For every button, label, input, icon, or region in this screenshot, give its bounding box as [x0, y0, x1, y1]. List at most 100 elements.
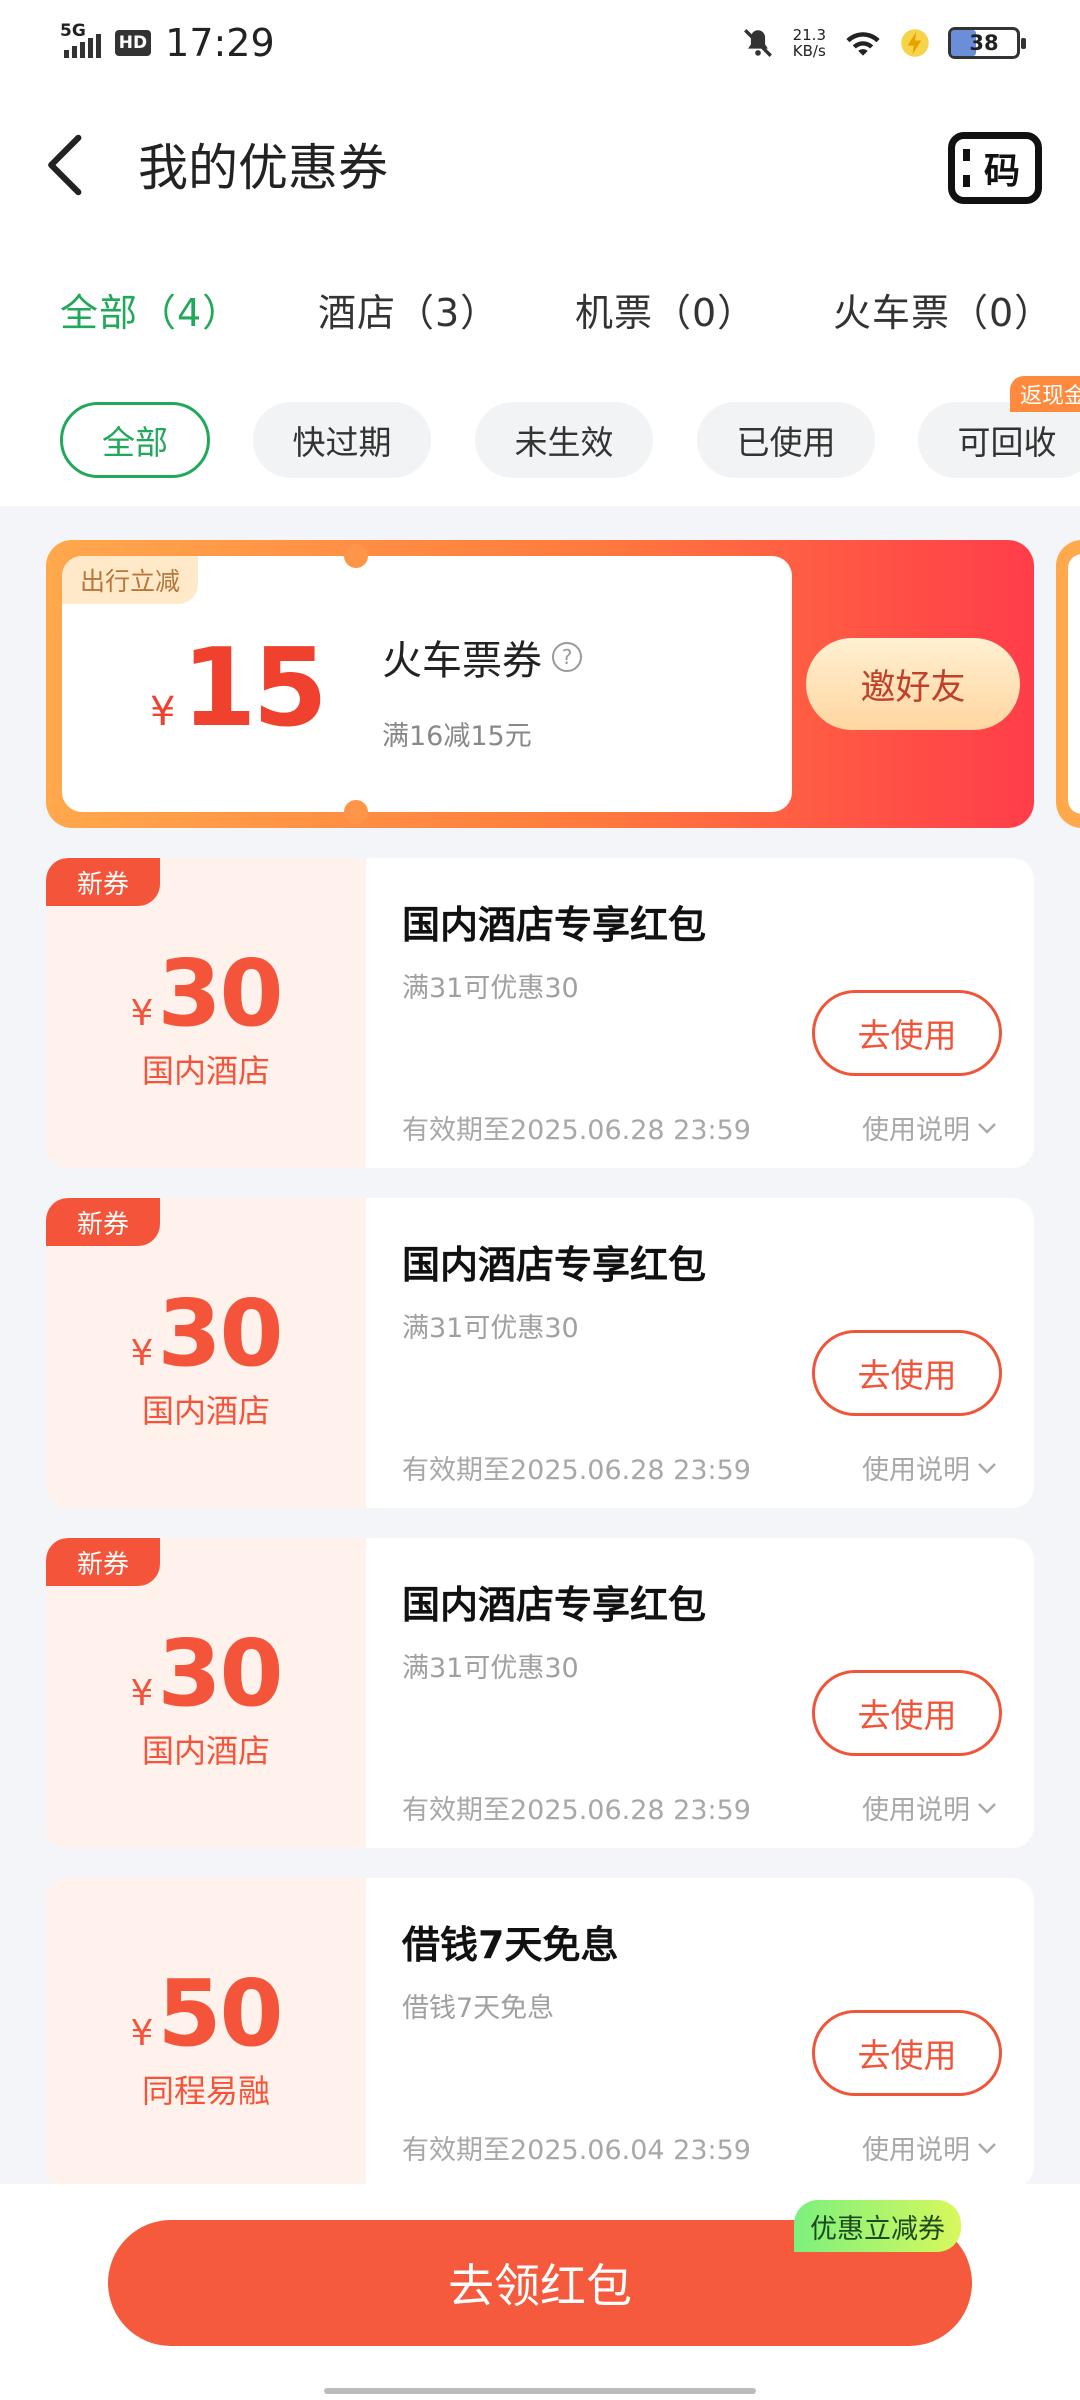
page-title: 我的优惠券 — [138, 139, 388, 197]
bottom-bar: 去领红包 优惠立减券 — [0, 2184, 1080, 2400]
usage-info-link[interactable]: 使用说明 — [862, 2128, 998, 2167]
use-coupon-button[interactable]: 去使用 — [812, 2010, 1002, 2096]
mute-icon — [743, 29, 772, 57]
train-promo-coupon[interactable]: 出行立减 ¥ 15 火车票券 ? 满16减15元 邀好友 — [46, 540, 1034, 828]
code-button[interactable]: 码 — [948, 132, 1042, 204]
speed-value: 21.3 — [792, 26, 826, 44]
promo-tag: 出行立减 — [62, 556, 199, 604]
wifi-icon — [846, 32, 880, 56]
usage-info-link[interactable]: 使用说明 — [862, 1108, 998, 1147]
coupon-value: 30 — [157, 1280, 283, 1387]
coupon-title: 国内酒店专享红包 — [402, 1243, 707, 1287]
coupon-value: 30 — [157, 1620, 283, 1727]
filter-expiring[interactable]: 快过期 — [253, 402, 431, 478]
currency-symbol: ¥ — [150, 689, 176, 735]
new-coupon-badge: 新券 — [46, 858, 160, 906]
ticket-notch — [344, 544, 368, 568]
chevron-down-icon — [978, 2142, 996, 2154]
coupon-desc: 满31可优惠30 — [402, 1313, 579, 1344]
coupon-value-panel: ¥ 50 同程易融 — [46, 1878, 366, 2188]
filter-not-active[interactable]: 未生效 — [475, 402, 653, 478]
currency-symbol: ¥ — [130, 2013, 154, 2054]
coupon-title: 国内酒店专享红包 — [402, 903, 707, 947]
use-coupon-button[interactable]: 去使用 — [812, 1330, 1002, 1416]
coupon-category: 国内酒店 — [141, 1732, 270, 1770]
coupon-expiry: 有效期至2025.06.28 23:59 — [402, 1455, 751, 1486]
home-indicator[interactable] — [324, 2388, 756, 2394]
use-coupon-button[interactable]: 去使用 — [812, 1670, 1002, 1756]
status-left: 5G HD 17:29 — [60, 21, 275, 65]
coupon-desc: 借钱7天免息 — [402, 1993, 555, 2024]
battery-level: 38 — [969, 31, 999, 55]
coupon-value: 50 — [157, 1960, 283, 2067]
filter-chips: 全部 快过期 未生效 已使用 可回收 返现金 — [0, 376, 1080, 506]
coupon-category: 国内酒店 — [141, 1392, 270, 1430]
coupon-amount: ¥ 30 — [130, 1280, 284, 1387]
coupon-amount: ¥ 30 — [130, 1620, 284, 1727]
usage-info-link[interactable]: 使用说明 — [862, 1788, 998, 1827]
coupon-value-panel: 新券 ¥ 30 国内酒店 — [46, 858, 366, 1168]
invite-friends-button[interactable]: 邀好友 — [806, 638, 1020, 730]
coupon-desc: 满31可优惠30 — [402, 1653, 579, 1684]
battery-icon: 38 — [948, 27, 1026, 59]
status-bar: 5G HD 17:29 21.3 KB/s 38 — [0, 0, 1080, 86]
network-label: 5G — [60, 21, 86, 41]
new-coupon-badge: 新券 — [46, 1538, 160, 1586]
tab-hotel[interactable]: 酒店（3） — [318, 282, 499, 337]
coupon-card: ¥ 50 同程易融 借钱7天免息 借钱7天免息 去使用 有效期至2025.06.… — [46, 1878, 1034, 2188]
filter-all[interactable]: 全部 — [60, 402, 210, 478]
question-icon[interactable]: ? — [552, 642, 582, 672]
back-icon[interactable] — [36, 128, 96, 202]
tab-train[interactable]: 火车票（0） — [833, 282, 1053, 337]
coupon-category: 国内酒店 — [141, 1052, 270, 1090]
promo-value: 15 — [181, 626, 327, 751]
code-label: 码 — [983, 151, 1020, 192]
coupon-expiry: 有效期至2025.06.28 23:59 — [402, 1795, 751, 1826]
promo-desc: 满16减15元 — [382, 721, 532, 752]
discount-badge: 优惠立减券 — [794, 2200, 961, 2252]
promo-body: 出行立减 ¥ 15 火车票券 ? 满16减15元 — [62, 544, 792, 824]
filter-recyclable[interactable]: 可回收 — [918, 402, 1080, 478]
tab-all[interactable]: 全部（4） — [60, 282, 241, 337]
coupon-expiry: 有效期至2025.06.04 23:59 — [402, 2135, 751, 2166]
ticket-notch — [344, 800, 368, 824]
coupon-value-panel: 新券 ¥ 30 国内酒店 — [46, 1198, 366, 1508]
coupon-title: 国内酒店专享红包 — [402, 1583, 707, 1627]
currency-symbol: ¥ — [130, 1673, 154, 1714]
cashback-tag: 返现金 — [1010, 376, 1080, 412]
coupon-amount: ¥ 50 — [130, 1960, 284, 2067]
status-right: 21.3 KB/s 38 — [741, 26, 1026, 60]
nav-header: 我的优惠券 码 — [0, 86, 1080, 246]
usage-info-label: 使用说明 — [862, 1455, 970, 1486]
coupon-category: 同程易融 — [141, 2072, 270, 2110]
chevron-down-icon — [978, 1122, 996, 1134]
usage-info-label: 使用说明 — [862, 2135, 970, 2166]
coupon-card: 新券 ¥ 30 国内酒店 国内酒店专享红包 满31可优惠30 去使用 有效期至2… — [46, 1198, 1034, 1508]
filter-used[interactable]: 已使用 — [697, 402, 875, 478]
use-coupon-button[interactable]: 去使用 — [812, 990, 1002, 1076]
next-promo-peek[interactable] — [1056, 540, 1080, 828]
tab-flight[interactable]: 机票（0） — [575, 282, 756, 337]
new-coupon-badge: 新券 — [46, 1198, 160, 1246]
usage-info-label: 使用说明 — [862, 1115, 970, 1146]
promo-title-text: 火车票券 — [382, 638, 542, 684]
coupon-title: 借钱7天免息 — [402, 1923, 619, 1967]
coupon-card: 新券 ¥ 30 国内酒店 国内酒店专享红包 满31可优惠30 去使用 有效期至2… — [46, 858, 1034, 1168]
coupon-value-panel: 新券 ¥ 30 国内酒店 — [46, 1538, 366, 1848]
promo-amount: ¥ 15 — [150, 626, 328, 751]
charging-icon — [901, 29, 929, 57]
currency-symbol: ¥ — [130, 993, 154, 1034]
category-tabs: 全部（4） 酒店（3） 机票（0） 火车票（0） — [0, 246, 1080, 376]
coupon-expiry: 有效期至2025.06.28 23:59 — [402, 1115, 751, 1146]
usage-info-label: 使用说明 — [862, 1795, 970, 1826]
coupon-amount: ¥ 30 — [130, 944, 284, 1044]
coupon-card: 新券 ¥ 30 国内酒店 国内酒店专享红包 满31可优惠30 去使用 有效期至2… — [46, 1538, 1034, 1848]
chevron-down-icon — [978, 1462, 996, 1474]
promo-title: 火车票券 ? — [382, 628, 582, 686]
speed-unit: KB/s — [792, 42, 826, 60]
usage-info-link[interactable]: 使用说明 — [862, 1448, 998, 1487]
coupon-desc: 满31可优惠30 — [402, 973, 579, 1004]
currency-symbol: ¥ — [130, 1333, 154, 1374]
hd-icon: HD — [114, 30, 152, 56]
status-time: 17:29 — [165, 21, 275, 65]
